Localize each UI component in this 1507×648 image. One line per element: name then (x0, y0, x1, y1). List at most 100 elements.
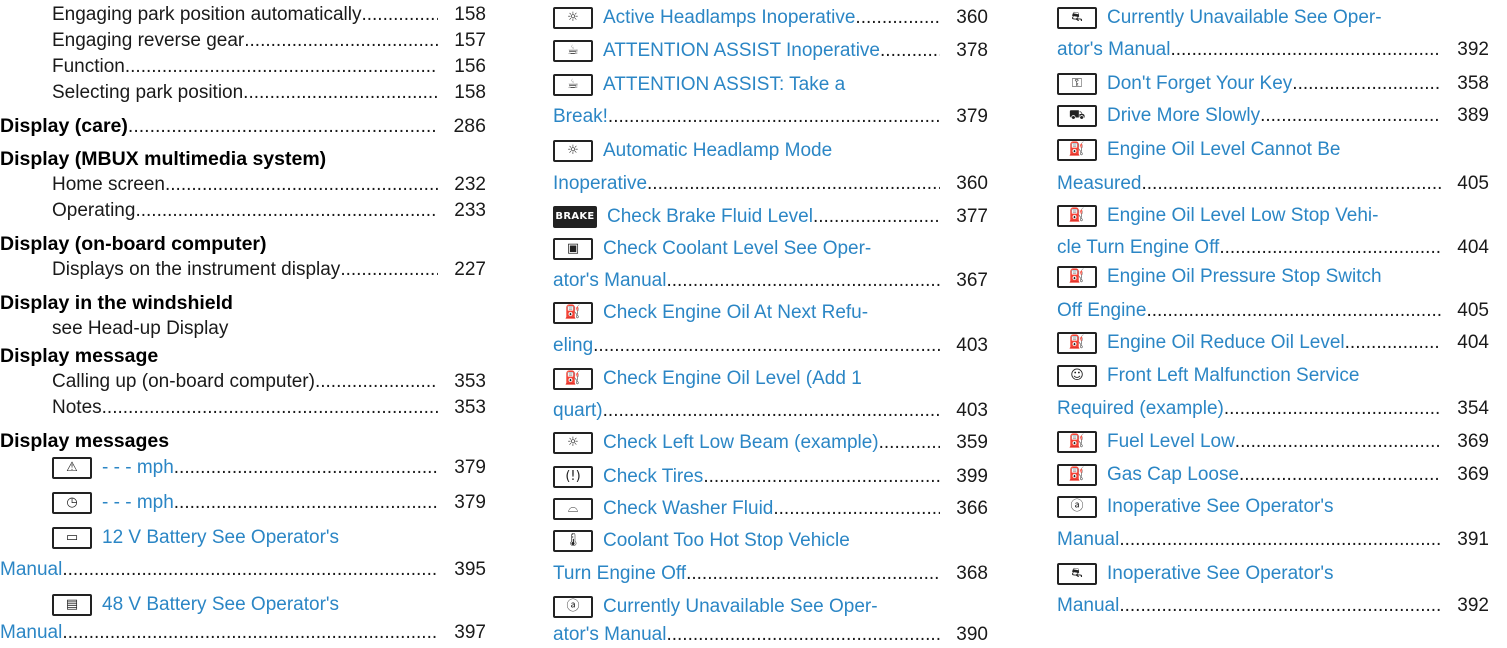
index-entry-line2[interactable]: ator's Manual 367 (553, 268, 988, 294)
entry-link[interactable]: Manual (0, 557, 62, 583)
index-entry-line1[interactable]: ⓐ Inoperative See Operator's (1057, 494, 1489, 520)
index-entry-line2[interactable]: Measured 405 (1057, 171, 1489, 197)
entry-link[interactable]: Don't Forget Your Key (1107, 71, 1292, 97)
index-entry[interactable]: ⛽ Engine Oil Reduce Oil Level 404 (1057, 330, 1489, 356)
entry-link[interactable]: Inoperative See Operator's (1107, 561, 1333, 587)
entry-link[interactable]: ator's Manual (1057, 37, 1170, 63)
entry-link[interactable]: - - - mph (102, 455, 174, 481)
index-entry[interactable]: ⛽ Fuel Level Low 369 (1057, 429, 1489, 455)
index-entry-line1[interactable]: ⛽ Engine Oil Level Low Stop Vehi- (1057, 203, 1489, 229)
page-number: 397 (454, 622, 486, 643)
entry-link[interactable]: Engine Oil Reduce Oil Level (1107, 330, 1345, 356)
entry-link[interactable]: Manual (0, 620, 62, 646)
entry-link[interactable]: ATTENTION ASSIST Inoperative (603, 38, 880, 64)
entry-link[interactable]: ator's Manual (553, 622, 666, 648)
headlamp-icon: ☼ (553, 140, 593, 162)
index-entry-line1[interactable]: ▤ 48 V Battery See Operator's (0, 592, 486, 618)
entry-link[interactable]: Check Engine Oil Level (Add 1 (603, 366, 862, 392)
index-entry[interactable]: ◷ - - - mph 379 (0, 490, 486, 516)
entry-link[interactable]: Check Tires (603, 464, 703, 490)
index-entry-line2[interactable]: ator's Manual 390 (553, 622, 988, 648)
entry-link[interactable]: Coolant Too Hot Stop Vehicle (603, 528, 850, 554)
index-entry[interactable]: ☼ Active Headlamps Inoperative 360 (553, 5, 988, 31)
entry-link[interactable]: Inoperative (553, 171, 647, 197)
entry-link[interactable]: Turn Engine Off (553, 561, 686, 587)
index-entry-line2[interactable]: Required (example) 354 (1057, 396, 1489, 422)
index-entry[interactable]: (!) Check Tires 399 (553, 464, 988, 490)
index-entry-line2[interactable]: Manual 392 (1057, 593, 1489, 619)
index-entry-line1[interactable]: ⓐ Currently Unavailable See Oper- (553, 594, 988, 620)
entry-link[interactable]: Currently Unavailable See Oper- (1107, 5, 1382, 31)
entry-link[interactable]: Fuel Level Low (1107, 429, 1235, 455)
page-number: 358 (1457, 73, 1489, 94)
index-entry[interactable]: ☕ ATTENTION ASSIST Inoperative 378 (553, 38, 988, 64)
entry-link[interactable]: Drive More Slowly (1107, 103, 1260, 129)
oil-can-icon: ⛽ (1057, 205, 1097, 227)
index-entry-line1[interactable]: ⛽ Check Engine Oil Level (Add 1 (553, 366, 988, 392)
index-entry[interactable]: BRAKE Check Brake Fluid Level 377 (553, 204, 988, 230)
index-entry-line1[interactable]: ☕ ATTENTION ASSIST: Take a (553, 72, 988, 98)
index-entry-line1[interactable]: ▭ 12 V Battery See Operator's (0, 525, 486, 551)
entry-link[interactable]: ator's Manual (553, 268, 666, 294)
page-number: 404 (1457, 237, 1489, 258)
index-entry-line2[interactable]: eling 403 (553, 333, 988, 359)
entry-link[interactable]: Engine Oil Pressure Stop Switch (1107, 264, 1382, 290)
entry-link[interactable]: Check Left Low Beam (example) (603, 430, 879, 456)
entry-link[interactable]: 48 V Battery See Operator's (102, 592, 339, 618)
entry-link[interactable]: Manual (1057, 593, 1119, 619)
index-entry-line2[interactable]: Turn Engine Off 368 (553, 561, 988, 587)
index-entry-line1[interactable]: ⛽ Engine Oil Level Cannot Be (1057, 137, 1489, 163)
index-entry-line1[interactable]: ☼ Automatic Headlamp Mode (553, 138, 988, 164)
entry-link[interactable]: eling (553, 333, 593, 359)
entry-link[interactable]: Required (example) (1057, 396, 1224, 422)
index-entry[interactable]: ⌓ Check Washer Fluid 366 (553, 496, 988, 522)
index-entry-line2[interactable]: Off Engine 405 (1057, 298, 1489, 324)
index-entry-line1[interactable]: ⛐ Inoperative See Operator's (1057, 561, 1489, 587)
index-entry[interactable]: ⛟ Drive More Slowly 389 (1057, 103, 1489, 129)
index-entry-line2[interactable]: cle Turn Engine Off 404 (1057, 235, 1489, 261)
entry-link[interactable]: - - - mph (102, 490, 174, 516)
index-entry-line2[interactable]: ator's Manual 392 (1057, 37, 1489, 63)
index-entry[interactable]: ⚠ - - - mph 379 (0, 455, 486, 481)
battery-48v-icon: ▤ (52, 594, 92, 616)
entry-link[interactable]: Manual (1057, 527, 1119, 553)
entry-link[interactable]: 12 V Battery See Operator's (102, 525, 339, 551)
entry-label: Operating (52, 200, 136, 221)
entry-link[interactable]: Check Engine Oil At Next Refu- (603, 300, 868, 326)
entry-link[interactable]: Off Engine (1057, 298, 1146, 324)
index-entry[interactable]: ☼ Check Left Low Beam (example) 359 (553, 430, 988, 456)
entry-link[interactable]: Gas Cap Loose (1107, 462, 1239, 488)
page-number: 369 (1457, 431, 1489, 452)
index-entry-line2[interactable]: Manual 395 (0, 557, 486, 583)
index-entry[interactable]: ⛽ Gas Cap Loose 369 (1057, 462, 1489, 488)
entry-link[interactable]: Engine Oil Level Cannot Be (1107, 137, 1340, 163)
page-number: 405 (1457, 300, 1489, 321)
entry-link[interactable]: ATTENTION ASSIST: Take a (603, 72, 845, 98)
entry-link[interactable]: Automatic Headlamp Mode (603, 138, 832, 164)
entry-link[interactable]: Front Left Malfunction Service (1107, 363, 1359, 389)
entry-link[interactable]: Currently Unavailable See Oper- (603, 594, 878, 620)
entry-link[interactable]: Break! (553, 104, 608, 130)
entry-link[interactable]: quart) (553, 398, 603, 424)
entry-link[interactable]: Inoperative See Operator's (1107, 494, 1333, 520)
entry-link[interactable]: cle Turn Engine Off (1057, 235, 1219, 261)
index-entry-line1[interactable]: ⛽ Check Engine Oil At Next Refu- (553, 300, 988, 326)
index-entry-line2[interactable]: quart) 403 (553, 398, 988, 424)
index-entry-line1[interactable]: ⛐ Currently Unavailable See Oper- (1057, 5, 1489, 31)
entry-link[interactable]: Measured (1057, 171, 1142, 197)
index-entry-line2[interactable]: Manual 391 (1057, 527, 1489, 553)
entry-link[interactable]: Check Washer Fluid (603, 496, 773, 522)
index-entry-line2[interactable]: Inoperative 360 (553, 171, 988, 197)
index-entry-line1[interactable]: ☺ Front Left Malfunction Service (1057, 363, 1489, 389)
index-entry[interactable]: ⚿ Don't Forget Your Key 358 (1057, 71, 1489, 97)
index-entry-line1[interactable]: ▣ Check Coolant Level See Oper- (553, 236, 988, 262)
entry-link[interactable]: Check Coolant Level See Oper- (603, 236, 871, 262)
index-entry-line2[interactable]: Break! 379 (553, 104, 988, 130)
index-entry-line2[interactable]: Manual 397 (0, 620, 486, 646)
airbag-icon: ☺ (1057, 365, 1097, 387)
entry-link[interactable]: Engine Oil Level Low Stop Vehi- (1107, 203, 1378, 229)
index-entry-line1[interactable]: 🌡 Coolant Too Hot Stop Vehicle (553, 528, 988, 554)
entry-link[interactable]: Check Brake Fluid Level (607, 204, 813, 230)
index-entry-line1[interactable]: ⛽ Engine Oil Pressure Stop Switch (1057, 264, 1489, 290)
entry-link[interactable]: Active Headlamps Inoperative (603, 5, 855, 31)
